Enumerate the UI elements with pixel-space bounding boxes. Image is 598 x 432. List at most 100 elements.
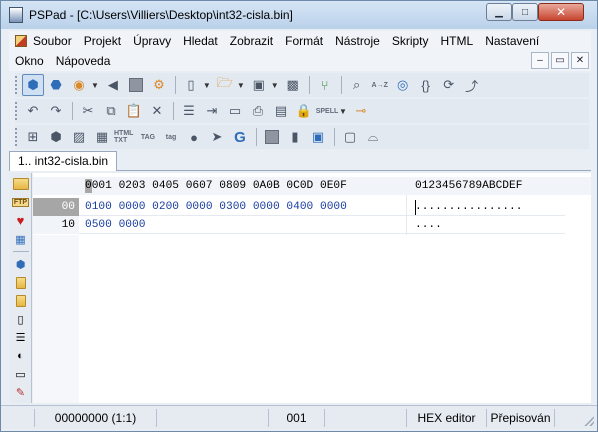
menu-hledat[interactable]: Hledat bbox=[177, 34, 224, 48]
pspad-app-icon[interactable] bbox=[9, 7, 23, 23]
hex-header: 0001 0203 0405 0607 0809 0A0B 0C0D 0E0F … bbox=[33, 177, 591, 195]
row-hex-values[interactable]: 0500 0000 bbox=[85, 216, 145, 234]
page-icon[interactable]: ▮ bbox=[284, 126, 306, 148]
hexagon-icon[interactable]: ⬢ bbox=[45, 126, 67, 148]
toolbar-grip[interactable] bbox=[15, 102, 19, 120]
menu-napoveda[interactable]: Nápoveda bbox=[50, 54, 117, 68]
hex-row[interactable]: 10 0500 0000 .... bbox=[33, 216, 591, 234]
settings-gear-icon[interactable]: ⚙ bbox=[148, 74, 170, 96]
menu-nastaveni[interactable]: Nastavení bbox=[479, 34, 545, 48]
hex-row[interactable]: 00 0100 0000 0200 0000 0300 0000 0400 00… bbox=[33, 198, 591, 216]
mdi-close-button[interactable]: ✕ bbox=[571, 52, 589, 69]
pencil-icon[interactable] bbox=[15, 35, 27, 47]
row-ascii-values[interactable]: ................ bbox=[415, 198, 522, 216]
block-icon[interactable] bbox=[261, 126, 283, 148]
tree-icon[interactable]: ⊞ bbox=[22, 126, 44, 148]
save-all-icon[interactable]: ▩ bbox=[282, 74, 304, 96]
toolbar-main: ⬢ ⬣ ◉ ▼ ◀ ⚙ ▯ ▼ 🗁 ▼ ▣ ▼ ▩ ⑂ ⌕ A→Z ◎ {} ⟳… bbox=[15, 73, 589, 97]
menu-html[interactable]: HTML bbox=[435, 34, 480, 48]
save-icon[interactable]: ▣ bbox=[248, 74, 270, 96]
open-dropdown-arrow-icon[interactable]: ▼ bbox=[237, 81, 245, 90]
minimize-button[interactable]: ▁ bbox=[486, 3, 512, 21]
close-button[interactable]: ✕ bbox=[538, 3, 584, 21]
title-bar[interactable]: PSPad - [C:\Users\Villiers\Desktop\int32… bbox=[1, 1, 597, 29]
folder-icon[interactable] bbox=[12, 275, 30, 291]
menu-skripty[interactable]: Skripty bbox=[386, 34, 435, 48]
send-icon[interactable]: ➤ bbox=[206, 126, 228, 148]
circle-icon[interactable]: ● bbox=[183, 126, 205, 148]
pin-icon[interactable]: ⊸ bbox=[350, 100, 372, 122]
document-icon[interactable]: ▭ bbox=[12, 366, 30, 382]
monitor-icon[interactable]: ▣ bbox=[307, 126, 329, 148]
tag-label: TAG bbox=[140, 133, 156, 141]
branch-icon[interactable]: ⑂ bbox=[314, 74, 336, 96]
delete-icon[interactable]: ✕ bbox=[146, 100, 168, 122]
redo-icon[interactable]: ↷ bbox=[45, 100, 67, 122]
new-dropdown-arrow-icon[interactable]: ▼ bbox=[203, 81, 211, 90]
frame-icon[interactable]: ▢ bbox=[339, 126, 361, 148]
project-save-icon[interactable]: ◉ bbox=[68, 74, 90, 96]
row-hex-values[interactable]: 0100 0000 0200 0000 0300 0000 0400 0000 bbox=[85, 198, 347, 216]
print-icon[interactable]: ⎙ bbox=[247, 100, 269, 122]
jump-icon[interactable]: ⤴ bbox=[461, 74, 483, 96]
favorites-heart-icon[interactable]: ♥ bbox=[12, 213, 30, 229]
open-folder-icon[interactable]: 🗁 bbox=[214, 74, 236, 96]
replace-az-icon[interactable]: A→Z bbox=[369, 74, 391, 96]
screen-icon[interactable]: ▤ bbox=[270, 100, 292, 122]
table-icon[interactable]: ▦ bbox=[91, 126, 113, 148]
list-icon[interactable]: ☰ bbox=[12, 330, 30, 346]
lock-icon[interactable]: 🔒 bbox=[293, 100, 315, 122]
circle-icon[interactable]: ◐ bbox=[12, 348, 30, 364]
hex-cube-icon[interactable]: ⬢ bbox=[22, 74, 44, 96]
menu-nastroje[interactable]: Nástroje bbox=[329, 34, 386, 48]
toolbar-grip[interactable] bbox=[15, 128, 19, 146]
refresh-icon[interactable]: ⟳ bbox=[438, 74, 460, 96]
ftp-icon[interactable]: FTP bbox=[11, 194, 30, 210]
dropdown-arrow-icon[interactable]: ▼ bbox=[91, 81, 99, 90]
menu-zobrazit[interactable]: Zobrazit bbox=[224, 34, 279, 48]
spell-check-icon[interactable]: SPELL bbox=[316, 100, 339, 122]
project-open-icon[interactable]: ⬣ bbox=[45, 74, 67, 96]
folder-icon[interactable] bbox=[12, 293, 30, 309]
resize-grip[interactable] bbox=[584, 416, 594, 426]
spell-dropdown-arrow-icon[interactable]: ▼ bbox=[339, 107, 347, 116]
image-icon[interactable]: ▨ bbox=[68, 126, 90, 148]
window-icon[interactable]: ▭ bbox=[224, 100, 246, 122]
glasses-icon[interactable]: ⌓ bbox=[362, 126, 384, 148]
menu-format[interactable]: Formát bbox=[279, 34, 329, 48]
stop-icon[interactable] bbox=[125, 74, 147, 96]
search-files-icon[interactable]: ◎ bbox=[392, 74, 414, 96]
brackets-icon[interactable]: {} bbox=[415, 74, 437, 96]
undo-icon[interactable]: ↶ bbox=[22, 100, 44, 122]
copy-icon[interactable]: ⧉ bbox=[100, 100, 122, 122]
folder-browser-icon[interactable] bbox=[12, 176, 30, 192]
menu-projekt[interactable]: Projekt bbox=[78, 34, 127, 48]
separator bbox=[72, 102, 73, 120]
cut-icon[interactable]: ✂ bbox=[77, 100, 99, 122]
paste-icon[interactable]: 📋 bbox=[123, 100, 145, 122]
row-ascii-values[interactable]: .... bbox=[415, 216, 442, 234]
hex-view-icon[interactable]: ⬢ bbox=[12, 256, 30, 272]
new-file-icon[interactable]: ▯ bbox=[180, 74, 202, 96]
toolbar-grip[interactable] bbox=[15, 76, 19, 94]
indent-icon[interactable]: ⇥ bbox=[201, 100, 223, 122]
google-icon[interactable]: G bbox=[229, 126, 251, 148]
back-icon[interactable]: ◀ bbox=[102, 74, 124, 96]
save-dropdown-arrow-icon[interactable]: ▼ bbox=[271, 81, 279, 90]
mdi-minimize-button[interactable]: – bbox=[531, 52, 549, 69]
menu-soubor[interactable]: Soubor bbox=[27, 34, 78, 48]
menu-okno[interactable]: Okno bbox=[9, 54, 50, 68]
tag-lower-icon[interactable]: tag bbox=[160, 126, 182, 148]
tag-icon[interactable]: TAG bbox=[137, 126, 159, 148]
html-to-txt-icon[interactable]: HTML TXT bbox=[114, 126, 136, 148]
tool-icon[interactable]: ✎ bbox=[12, 385, 30, 401]
tab-int32-cisla[interactable]: 1.. int32-cisla.bin bbox=[9, 151, 118, 171]
page-icon[interactable]: ▯ bbox=[12, 311, 30, 327]
hex-editor[interactable]: 0001 0203 0405 0607 0809 0A0B 0C0D 0E0F … bbox=[33, 173, 591, 425]
format-icon[interactable]: ☰ bbox=[178, 100, 200, 122]
mdi-restore-button[interactable]: ▭ bbox=[551, 52, 569, 69]
search-icon[interactable]: ⌕ bbox=[346, 74, 368, 96]
projects-icon[interactable]: ▦ bbox=[12, 231, 30, 247]
menu-upravy[interactable]: Úpravy bbox=[127, 34, 177, 48]
maximize-button[interactable]: □ bbox=[512, 3, 538, 21]
